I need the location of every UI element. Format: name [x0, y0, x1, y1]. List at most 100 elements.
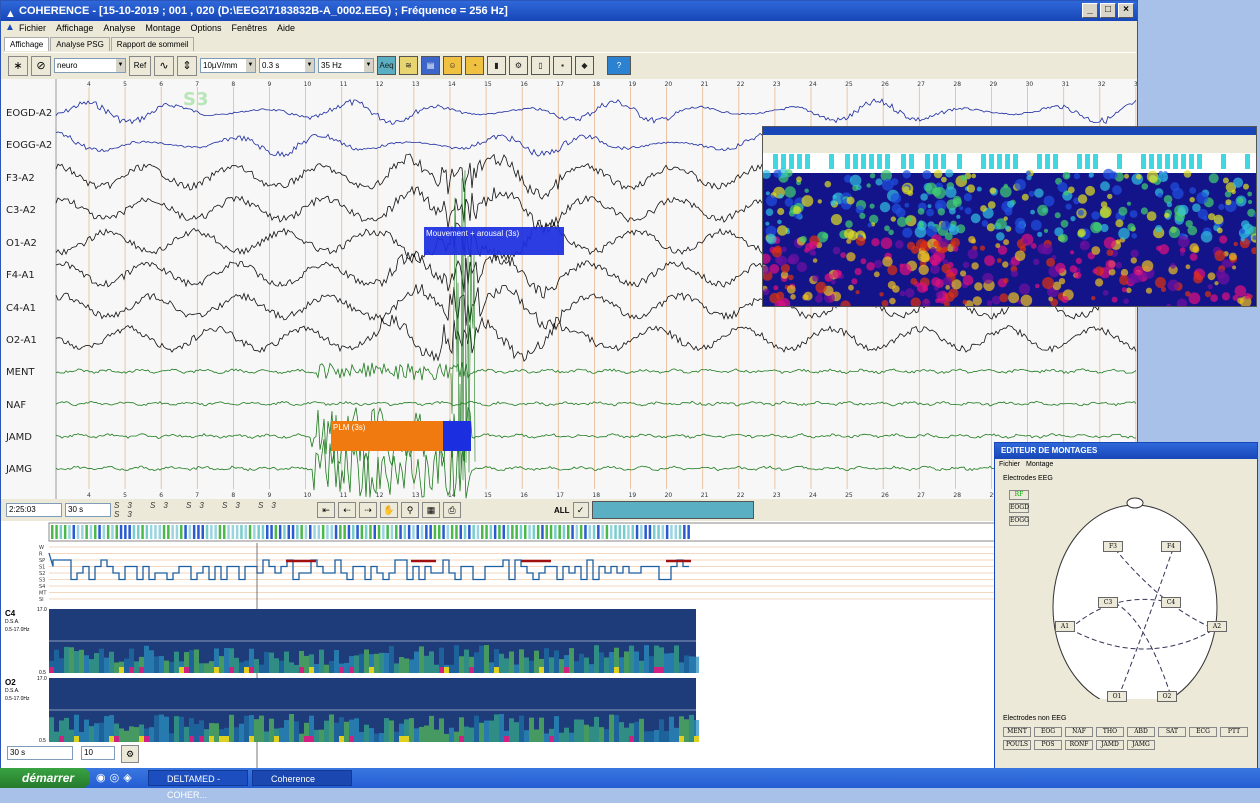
save-icon[interactable]: ▪ — [553, 56, 572, 75]
non-eeg-button-ment[interactable]: MENT — [1003, 727, 1031, 737]
popup-marker — [789, 154, 794, 169]
non-eeg-button-ronf[interactable]: RONF — [1065, 740, 1093, 750]
nav-first-icon[interactable]: ⇤ — [317, 502, 335, 518]
non-eeg-button-abd[interactable]: ABD — [1127, 727, 1155, 737]
non-eeg-button-tho[interactable]: THO — [1096, 727, 1124, 737]
clock-field[interactable]: 2:25:03 — [6, 503, 62, 517]
close-button[interactable]: × — [1118, 3, 1134, 18]
menu-affichage[interactable]: Affichage — [56, 21, 93, 35]
epoch-select[interactable]: 30 s — [65, 503, 111, 517]
non-eeg-button-sat[interactable]: SAT — [1158, 727, 1186, 737]
menu-aide[interactable]: Aide — [277, 21, 295, 35]
menu-fenetres[interactable]: Fenêtres — [231, 21, 267, 35]
popup-marker — [1005, 154, 1010, 169]
dsa-column — [409, 718, 414, 742]
non-eeg-button-jamg[interactable]: JAMG — [1127, 740, 1155, 750]
electrode-c4[interactable]: C4 — [1161, 597, 1181, 608]
dsa-column — [604, 657, 609, 673]
layout-icon[interactable]: ▤ — [421, 56, 440, 75]
filter-value: 35 Hz — [321, 61, 342, 70]
event-type-buttons[interactable] — [591, 501, 754, 519]
electrode-a2[interactable]: A2 — [1207, 621, 1227, 632]
help-icon[interactable]: ? — [607, 56, 631, 75]
dsa-column — [449, 664, 454, 673]
popup-marker — [845, 154, 850, 169]
asterisk-button[interactable]: ∗ — [8, 55, 28, 76]
quicklaunch-icons[interactable]: ◉◎◈ — [96, 771, 136, 784]
dsa-peak — [564, 667, 569, 673]
aeq-button[interactable]: Aeq — [377, 56, 396, 75]
wavelet-popup[interactable] — [758, 126, 1260, 312]
menu-fichier[interactable]: Fichier — [19, 21, 46, 35]
electrode-f4[interactable]: F4 — [1161, 541, 1181, 552]
dsa-column — [99, 722, 104, 742]
clock-icon[interactable]: ◔ — [465, 56, 484, 75]
non-eeg-button-naf[interactable]: NAF — [1065, 727, 1093, 737]
menu-options[interactable]: Options — [190, 21, 221, 35]
electrode-a1[interactable]: A1 — [1055, 621, 1075, 632]
taskbar-item-coherence[interactable]: Coherence — [252, 770, 352, 786]
editor-menu-fichier[interactable]: Fichier — [999, 459, 1020, 471]
document-icon[interactable]: ▯ — [531, 56, 550, 75]
non-eeg-button-ptt[interactable]: PTT — [1220, 727, 1248, 737]
tab-rapport-sommeil[interactable]: Rapport de sommeil — [110, 37, 195, 51]
minimize-button[interactable]: _ — [1082, 3, 1098, 18]
wavelet-blob — [1124, 173, 1129, 179]
settings-icon[interactable]: ⚙ — [121, 745, 139, 763]
time-tick-bottom: 11 — [340, 492, 348, 499]
electrode-c3[interactable]: C3 — [1098, 597, 1118, 608]
menu-analyse[interactable]: Analyse — [103, 21, 135, 35]
print-icon[interactable]: ⎙ — [443, 502, 461, 518]
bars-icon[interactable]: ▮ — [487, 56, 506, 75]
dsa-range-c4: 0.5-17.0Hz — [5, 627, 30, 633]
tool-icon[interactable]: ⚙ — [509, 56, 528, 75]
electrode-o2[interactable]: O2 — [1157, 691, 1177, 702]
non-eeg-button-pouls[interactable]: POULS — [1003, 740, 1031, 750]
montage-select[interactable]: neuro ▼ — [54, 58, 126, 73]
time-tick-top: 11 — [340, 81, 348, 88]
bottom-count-field[interactable]: 10 — [81, 746, 115, 760]
eraser-icon[interactable]: ◆ — [575, 56, 594, 75]
hand-icon[interactable]: ✋ — [380, 502, 398, 518]
plm-event-marker[interactable]: PLM (3s) — [331, 421, 471, 451]
maximize-button[interactable]: □ — [1100, 3, 1116, 18]
wavelet-blob — [1168, 226, 1180, 239]
arousal-event-marker[interactable]: Mouvement + arousal (3s) — [424, 227, 564, 255]
menu-montage[interactable]: Montage — [145, 21, 180, 35]
editor-menu-montage[interactable]: Montage — [1026, 459, 1053, 471]
wavelet-blob — [935, 291, 944, 299]
wave-button[interactable]: ∿ — [154, 55, 174, 76]
check-icon[interactable]: ✓ — [572, 502, 589, 518]
non-eeg-button-jamd[interactable]: JAMD — [1096, 740, 1124, 750]
all-button[interactable]: ALL — [554, 506, 570, 515]
dsa-column — [224, 647, 229, 673]
wavelet-blob — [1130, 257, 1137, 264]
electrode-f3[interactable]: F3 — [1103, 541, 1123, 552]
dsa-column — [94, 723, 99, 742]
stage-shortcuts[interactable]: S3 S3 S3 S3 S3 S3 — [114, 501, 314, 519]
electrode-o1[interactable]: O1 — [1107, 691, 1127, 702]
filter-select[interactable]: 35 Hz ▼ — [318, 58, 374, 73]
taskbar-item-deltamed[interactable]: DELTAMED - COHER... — [148, 770, 248, 800]
start-button[interactable]: démarrer — [0, 768, 90, 788]
dsa-column — [149, 650, 154, 673]
waves-icon[interactable]: ≋ — [399, 56, 418, 75]
nav-next-icon[interactable]: ⇢ — [359, 502, 377, 518]
bottom-epoch-field[interactable]: 30 s — [7, 746, 73, 760]
cancel-icon-button[interactable]: ⊘ — [31, 55, 51, 76]
zoom-icon[interactable]: ⚲ — [401, 502, 419, 518]
non-eeg-button-ecg[interactable]: ECG — [1189, 727, 1217, 737]
wavelet-blob — [871, 238, 880, 247]
tab-affichage[interactable]: Affichage — [4, 37, 50, 51]
grid-icon[interactable]: ▦ — [422, 502, 440, 518]
non-eeg-button-pos[interactable]: POS — [1034, 740, 1062, 750]
wavelet-blob — [1060, 219, 1069, 228]
time-constant-select[interactable]: 0.3 s ▼ — [259, 58, 315, 73]
amplitude-button[interactable]: ⇕ — [177, 55, 197, 76]
face-icon[interactable]: ☺ — [443, 56, 462, 75]
tab-analyse-psg[interactable]: Analyse PSG — [50, 37, 110, 51]
gain-select[interactable]: 10µV/mm ▼ — [200, 58, 256, 73]
nav-prev-icon[interactable]: ⇠ — [338, 502, 356, 518]
non-eeg-button-eog[interactable]: EOG — [1034, 727, 1062, 737]
ref-button[interactable]: Ref — [129, 55, 151, 76]
